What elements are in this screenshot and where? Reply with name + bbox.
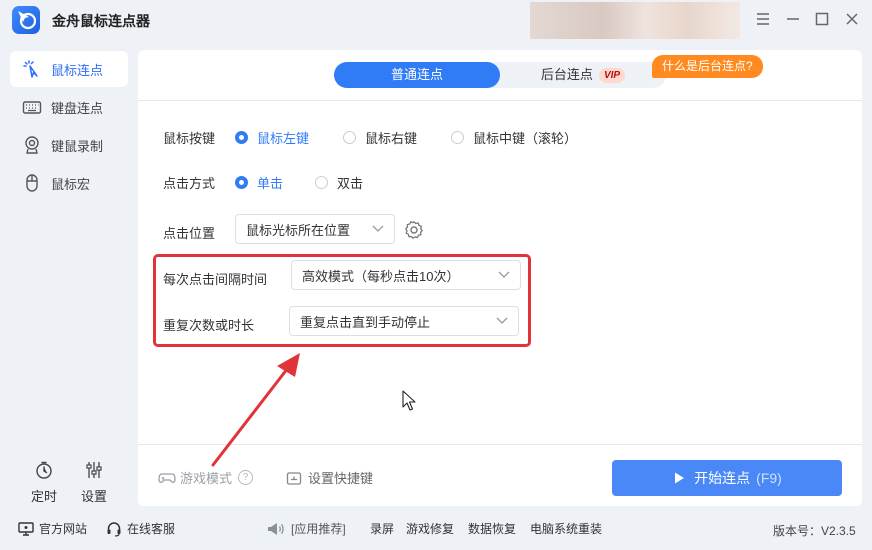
keyboard-icon [22, 97, 42, 117]
sidebar-item-mouse-click[interactable]: 鼠标连点 [10, 51, 128, 87]
title-bar: 金舟鼠标连点器 [0, 0, 872, 40]
main-panel: 普通连点 后台连点 VIP 什么是后台连点? 鼠标按键 鼠标左键 鼠标右键 鼠标中… [138, 50, 862, 506]
shortcut-settings-button[interactable]: 设置快捷键 [286, 468, 373, 487]
app-title: 金舟鼠标连点器 [52, 13, 150, 29]
monitor-icon [18, 521, 34, 536]
radio-middle-button[interactable]: 鼠标中键（滚轮） [451, 128, 577, 147]
menu-icon[interactable] [753, 9, 773, 29]
sidebar-item-label: 键鼠录制 [51, 138, 104, 154]
radio-label: 鼠标左键 [257, 131, 310, 146]
radio-dot [343, 131, 356, 144]
footer-link-data-recovery[interactable]: 数据恢复 [468, 520, 516, 537]
timer-label: 定时 [30, 489, 57, 504]
sliders-icon [84, 460, 104, 480]
megaphone-icon [268, 522, 284, 535]
app-logo [12, 6, 40, 34]
start-clicking-button[interactable]: 开始连点 (F9) [612, 460, 842, 496]
divider [138, 100, 862, 101]
timer-icon [34, 460, 54, 480]
radio-label: 鼠标中键（滚轮） [473, 131, 578, 146]
sidebar-item-label: 键盘连点 [51, 100, 104, 116]
help-icon[interactable]: ? [238, 470, 254, 485]
timer-button[interactable]: 定时 [24, 460, 64, 505]
click-type-label: 点击方式 [163, 176, 216, 191]
click-position-label: 点击位置 [163, 226, 216, 241]
settings-label: 设置 [80, 489, 107, 504]
version-label: 版本号：V2.3.5 [773, 524, 856, 538]
radio-right-button[interactable]: 鼠标右键 [343, 128, 417, 147]
mouse-cursor-icon [402, 390, 416, 411]
radio-label: 鼠标右键 [365, 131, 418, 146]
minimize-icon[interactable] [783, 9, 803, 29]
chevron-down-icon [372, 225, 384, 232]
game-mode-label: 游戏模式 [180, 471, 233, 486]
banner-ad[interactable] [530, 2, 740, 39]
sidebar-item-keyboard[interactable]: 键盘连点 [10, 89, 128, 125]
tab-normal-click[interactable]: 普通连点 [334, 62, 500, 88]
radio-dot [315, 176, 328, 189]
highlight-box [153, 254, 531, 347]
radio-single-click[interactable]: 单击 [235, 173, 283, 192]
game-mode-toggle[interactable]: 游戏模式 ? [158, 468, 254, 487]
footer-link-screen-record[interactable]: 录屏 [370, 520, 394, 537]
mouse-click-icon [22, 59, 42, 79]
recommend-label: [应用推荐] [266, 520, 346, 537]
select-value: 鼠标光标所在位置 [246, 222, 351, 238]
vip-badge: VIP [598, 68, 626, 83]
official-website-link[interactable]: 官方网站 [18, 520, 87, 537]
radio-dot [235, 131, 248, 144]
headset-icon [107, 521, 121, 537]
shortcut-icon [286, 471, 302, 485]
sidebar-item-macro[interactable]: 鼠标宏 [10, 165, 128, 201]
radio-label: 双击 [337, 176, 364, 191]
mouse-icon [22, 173, 42, 193]
sidebar-item-label: 鼠标宏 [51, 176, 91, 192]
divider [138, 444, 862, 445]
maximize-icon[interactable] [812, 9, 832, 29]
click-position-select[interactable]: 鼠标光标所在位置 [235, 214, 395, 244]
radio-dot [451, 131, 464, 144]
footer-link-system-reinstall[interactable]: 电脑系统重装 [530, 520, 602, 537]
website-label: 官方网站 [39, 522, 88, 536]
sidebar-item-record[interactable]: 键鼠录制 [10, 127, 128, 163]
gear-icon[interactable] [404, 220, 424, 240]
footer-link-game-repair[interactable]: 游戏修复 [406, 520, 454, 537]
mouse-button-label: 鼠标按键 [163, 131, 216, 146]
service-label: 在线客服 [127, 522, 176, 536]
radio-label: 单击 [257, 176, 284, 191]
radio-double-click[interactable]: 双击 [315, 173, 363, 192]
start-label: 开始连点 [694, 470, 751, 486]
shortcut-label: 设置快捷键 [308, 471, 374, 486]
settings-button[interactable]: 设置 [74, 460, 114, 505]
tab-background-label: 后台连点 [540, 67, 593, 82]
background-click-tip[interactable]: 什么是后台连点? [652, 55, 763, 78]
radio-left-button[interactable]: 鼠标左键 [235, 128, 309, 147]
start-hotkey: (F9) [756, 470, 782, 486]
play-icon [675, 472, 685, 484]
recommend-text: [应用推荐] [291, 522, 346, 536]
close-icon[interactable] [842, 9, 862, 29]
tab-background-click[interactable]: 后台连点 VIP [500, 62, 666, 88]
record-icon [22, 135, 42, 155]
mode-tabs: 普通连点 后台连点 VIP [334, 62, 666, 88]
online-service-link[interactable]: 在线客服 [106, 520, 175, 537]
gamepad-icon [158, 472, 176, 483]
sidebar-item-label: 鼠标连点 [51, 62, 104, 78]
radio-dot [235, 176, 248, 189]
